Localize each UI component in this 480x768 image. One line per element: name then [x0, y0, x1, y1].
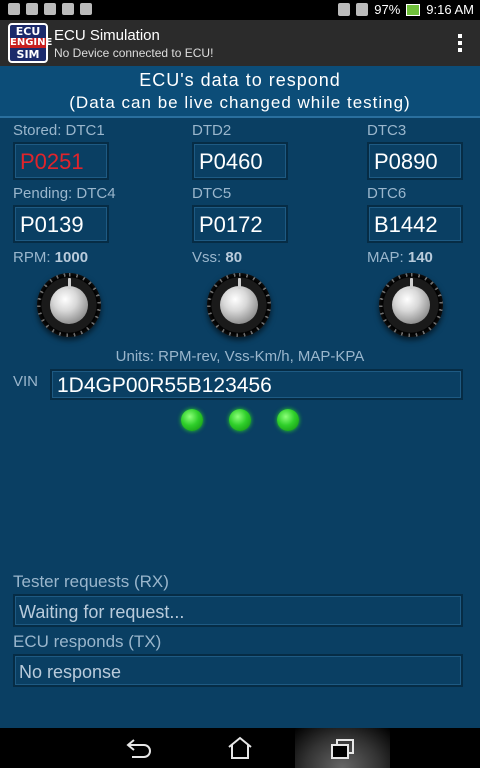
notification-icons	[8, 3, 92, 15]
vin-field[interactable]: 1D4GP00R55B123456	[50, 369, 463, 400]
tester-requests-field: Waiting for request...	[13, 594, 463, 627]
ecu-responds-field: No response	[13, 654, 463, 687]
rpm-knob[interactable]	[37, 273, 101, 337]
dtc3-label: DTC3	[367, 122, 407, 139]
dtc6-label: DTC6	[367, 185, 407, 202]
banner-subtitle: (Data can be live changed while testing)	[69, 93, 411, 112]
recent-apps-icon[interactable]	[328, 734, 358, 762]
rpm-readout: RPM: 1000	[13, 249, 88, 266]
notification-icon	[8, 3, 20, 15]
home-icon[interactable]	[225, 734, 255, 762]
dtc3-field[interactable]: P0890	[367, 142, 463, 180]
banner: ECU's data to respond (Data can be live …	[0, 66, 480, 118]
clock: 9:16 AM	[426, 2, 474, 17]
facebook-icon	[26, 3, 38, 15]
app-title: ECU Simulation	[54, 27, 160, 44]
overflow-menu-icon[interactable]	[458, 34, 462, 55]
vss-label: Vss:	[192, 249, 222, 266]
dtc5-field[interactable]: P0172	[192, 205, 288, 243]
status-led-3	[277, 409, 299, 431]
dtc1-label: Stored: DTC1	[13, 122, 105, 139]
map-value: 140	[407, 249, 433, 266]
app-logo-icon[interactable]: ECU ENGINE SIM	[8, 23, 52, 63]
dtc6-field[interactable]: B1442	[367, 205, 463, 243]
units-note: Units: RPM-rev, Vss-Km/h, MAP-KPA	[115, 348, 365, 365]
photo-icon	[44, 3, 56, 15]
bag-icon	[80, 3, 92, 15]
battery-icon	[406, 3, 421, 16]
rpm-label: RPM:	[13, 249, 51, 266]
dtc1-field[interactable]: P0251	[13, 142, 109, 180]
ecu-responds-label: ECU responds (TX)	[13, 632, 162, 651]
game-icon	[62, 3, 74, 15]
battery-percent: 97%	[374, 2, 401, 17]
vss-knob[interactable]	[207, 273, 271, 337]
dtc4-field[interactable]: P0139	[13, 205, 109, 243]
vin-label: VIN	[13, 373, 39, 390]
connection-status: No Device connected to ECU!	[54, 46, 214, 60]
status-led-2	[229, 409, 251, 431]
tester-requests-label: Tester requests (RX)	[13, 572, 169, 591]
rpm-value: 1000	[54, 249, 89, 266]
vss-readout: Vss: 80	[192, 249, 242, 266]
status-bar: 97% 9:16 AM	[0, 0, 480, 20]
back-icon[interactable]	[124, 734, 154, 762]
dtc5-label: DTC5	[192, 185, 232, 202]
map-label: MAP:	[367, 249, 404, 266]
status-led-1	[181, 409, 203, 431]
dtc4-label: Pending: DTC4	[13, 185, 116, 202]
action-bar: ECU ENGINE SIM ECU Simulation No Device …	[0, 20, 480, 66]
banner-title: ECU's data to respond	[139, 70, 341, 90]
dtc2-label: DTD2	[192, 122, 232, 139]
navigation-bar	[0, 728, 480, 768]
map-knob[interactable]	[379, 273, 443, 337]
dtc2-field[interactable]: P0460	[192, 142, 288, 180]
map-readout: MAP: 140	[367, 249, 433, 266]
wifi-icon	[356, 3, 369, 16]
vss-value: 80	[225, 249, 243, 266]
bluetooth-icon	[338, 3, 351, 16]
